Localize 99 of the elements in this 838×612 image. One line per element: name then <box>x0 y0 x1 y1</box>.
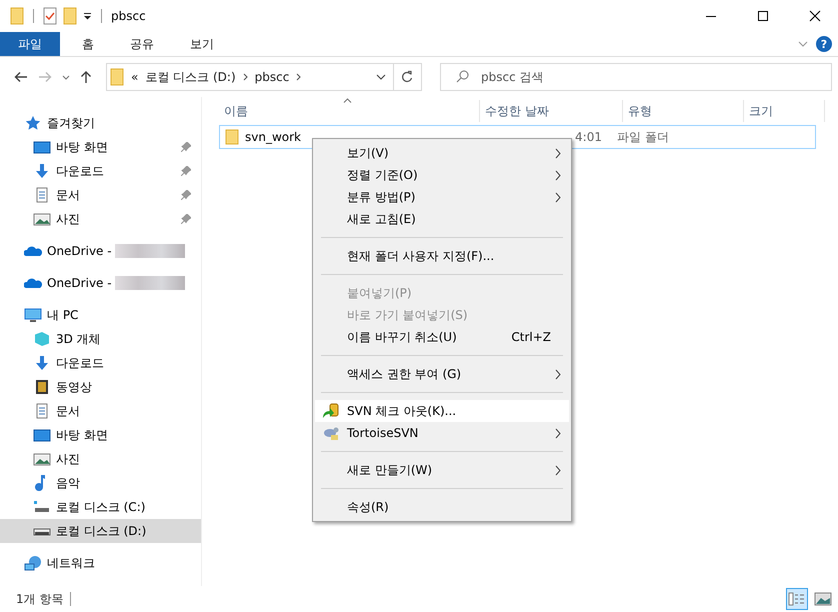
back-icon[interactable] <box>14 71 28 83</box>
breadcrumb[interactable]: pbscc <box>254 70 290 84</box>
sidebar-label: 음악 <box>56 474 80 492</box>
refresh-icon[interactable] <box>401 70 413 84</box>
network-icon <box>24 555 42 571</box>
video-icon <box>33 379 51 395</box>
sidebar-label: 다운로드 <box>56 354 104 372</box>
pin-icon[interactable] <box>181 166 191 176</box>
ribbon-tab[interactable]: 홈 <box>68 32 108 56</box>
star-icon <box>24 115 42 131</box>
up-arrow-icon[interactable] <box>80 70 92 84</box>
item-count: 1개 항목 <box>16 590 64 608</box>
ribbon-tab[interactable]: 파일 <box>0 32 60 56</box>
download-icon <box>33 163 51 179</box>
desktop-icon <box>33 427 51 443</box>
search-icon <box>456 70 469 83</box>
sidebar-item[interactable]: 바탕 화면 <box>0 423 201 447</box>
sidebar-label: 즐겨찾기 <box>47 114 95 132</box>
sidebar-item[interactable]: 동영상 <box>0 375 201 399</box>
sidebar-item[interactable]: OneDrive - <box>0 271 201 295</box>
type-cell: 파일 폴더 <box>617 128 669 146</box>
sidebar-label: 사진 <box>56 450 80 468</box>
sidebar-item[interactable]: 문서 <box>0 399 201 423</box>
sidebar-item[interactable]: 다운로드 <box>0 159 201 183</box>
pictures-icon <box>33 451 51 467</box>
sidebar-label: 문서 <box>56 186 80 204</box>
repository-icon <box>322 403 340 419</box>
chevron-right-icon[interactable] <box>296 73 302 81</box>
chevron-right-icon[interactable] <box>242 73 248 81</box>
pin-icon[interactable] <box>181 142 191 152</box>
pictures-icon <box>33 211 51 227</box>
address-bar[interactable]: « 로컬 디스크 (D:) pbscc <box>106 63 422 91</box>
sidebar-label: OneDrive - <box>47 276 112 290</box>
menu-item[interactable]: 속성(R) <box>315 496 569 518</box>
sidebar-item[interactable]: OneDrive - <box>0 239 201 263</box>
sidebar-item[interactable]: 다운로드 <box>0 351 201 375</box>
column-header[interactable]: 유형 <box>623 100 744 122</box>
tortoise-icon <box>322 425 340 441</box>
details-view-button[interactable] <box>786 588 808 610</box>
chevron-down-icon[interactable] <box>376 74 386 80</box>
menu-item[interactable]: 액세스 권한 부여 (G) <box>315 363 569 385</box>
cube-icon <box>33 331 51 347</box>
sidebar-label: 바탕 화면 <box>56 426 108 444</box>
pin-icon[interactable] <box>181 190 191 200</box>
sidebar-label: 바탕 화면 <box>56 138 108 156</box>
menu-item[interactable]: 정렬 기준(O) <box>315 164 569 186</box>
menu-item[interactable]: 새로 고침(E) <box>315 208 569 230</box>
sidebar-item[interactable]: 바탕 화면 <box>0 135 201 159</box>
sidebar-label: 다운로드 <box>56 162 104 180</box>
column-header[interactable]: 이름 <box>219 100 480 122</box>
menu-item[interactable]: SVN 체크 아웃(K)... <box>315 400 569 422</box>
ribbon-tab[interactable]: 보기 <box>176 32 228 56</box>
sidebar-label: 사진 <box>56 210 80 228</box>
menu-item[interactable]: TortoiseSVN <box>315 422 569 444</box>
sidebar-item[interactable]: 네트워크 <box>0 551 201 575</box>
sidebar-label: 로컬 디스크 (C:) <box>56 498 146 516</box>
folder-icon <box>110 68 124 86</box>
breadcrumb[interactable]: 로컬 디스크 (D:) <box>145 68 236 86</box>
file-name: svn_work <box>245 130 301 144</box>
sidebar-label: OneDrive - <box>47 244 112 258</box>
menu-item[interactable]: 분류 방법(P) <box>315 186 569 208</box>
sidebar-item[interactable]: 사진 <box>0 447 201 471</box>
maximize-icon[interactable] <box>757 10 769 22</box>
sidebar-item[interactable]: 사진 <box>0 207 201 231</box>
column-header[interactable]: 수정한 날짜 <box>480 100 623 122</box>
sidebar-label: 동영상 <box>56 378 92 396</box>
search-field[interactable]: pbscc 검색 <box>440 63 832 91</box>
sidebar-item[interactable]: 음악 <box>0 471 201 495</box>
menu-item[interactable]: 새로 만들기(W) <box>315 459 569 481</box>
ribbon-tab[interactable]: 공유 <box>116 32 168 56</box>
folder-icon <box>225 129 239 145</box>
close-icon[interactable] <box>809 10 821 22</box>
sidebar-item[interactable]: 즐겨찾기 <box>0 111 201 135</box>
chevron-down-icon[interactable] <box>62 74 70 80</box>
properties-icon[interactable] <box>43 7 57 25</box>
pc-icon <box>24 307 42 323</box>
column-header[interactable]: 크기 <box>744 100 825 122</box>
date-cell: 4:01 <box>575 130 602 144</box>
window-title: pbscc <box>111 9 146 23</box>
sidebar-label: 문서 <box>56 402 80 420</box>
sidebar-label: 네트워크 <box>47 554 95 572</box>
sidebar-label: 3D 개체 <box>56 330 101 348</box>
sidebar-item[interactable]: 내 PC <box>0 303 201 327</box>
download-icon <box>33 355 51 371</box>
menu-item[interactable]: 현재 폴더 사용자 지정(F)... <box>315 245 569 267</box>
sidebar-item[interactable]: 문서 <box>0 183 201 207</box>
sidebar-item[interactable]: 로컬 디스크 (D:) <box>0 519 201 543</box>
desktop-icon <box>33 139 51 155</box>
pin-icon[interactable] <box>181 214 191 224</box>
sort-caret-icon <box>343 98 352 103</box>
windrive-icon <box>33 499 51 515</box>
sidebar-item[interactable]: 로컬 디스크 (C:) <box>0 495 201 519</box>
dropdown-icon[interactable] <box>83 12 92 20</box>
sidebar-label: 내 PC <box>47 306 78 324</box>
menu-item[interactable]: 이름 바꾸기 취소(U) Ctrl+Z <box>315 326 569 348</box>
sidebar-item[interactable]: 3D 개체 <box>0 327 201 351</box>
sidebar-label: 로컬 디스크 (D:) <box>56 522 146 540</box>
overflow-crumb[interactable]: « <box>131 70 138 84</box>
help-button[interactable]: ? <box>816 36 832 52</box>
